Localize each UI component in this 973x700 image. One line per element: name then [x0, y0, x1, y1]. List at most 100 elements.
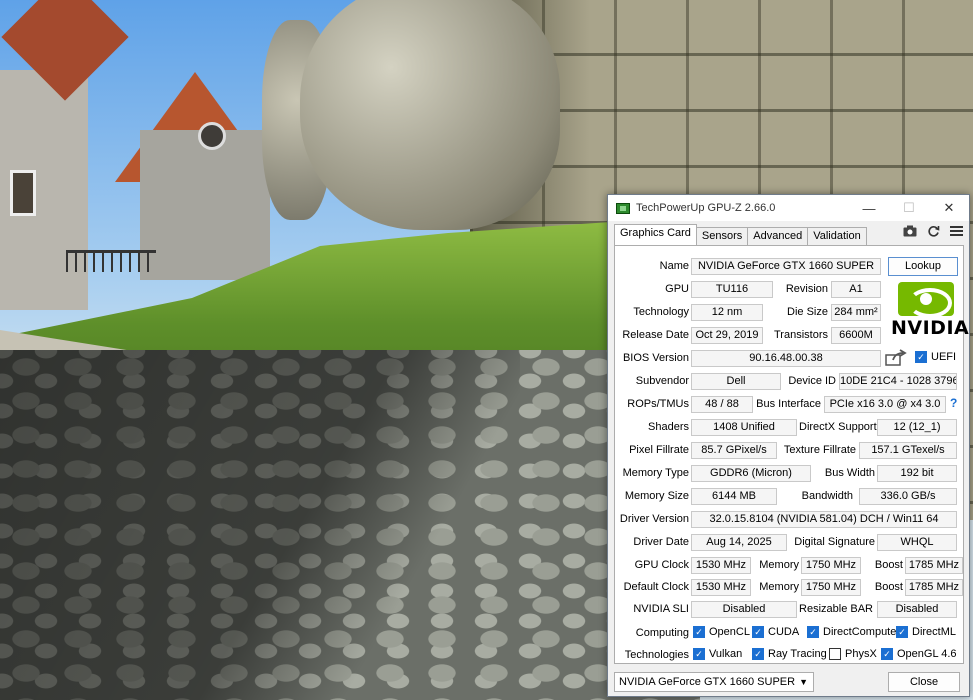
- graphics-card-panel: Name NVIDIA GeForce GTX 1660 SUPER Looku…: [614, 245, 970, 664]
- device-id-value[interactable]: 10DE 21C4 - 1028 3796: [839, 373, 957, 390]
- gpu-clock-boost-value[interactable]: 1785 MHz: [905, 557, 963, 574]
- tab-validation[interactable]: Validation: [807, 227, 867, 245]
- fence: [66, 250, 156, 272]
- checkmark-icon: ✓: [693, 626, 705, 638]
- gpuz-app-icon: [616, 202, 630, 214]
- revision-value[interactable]: A1: [831, 281, 881, 298]
- rops-tmus-value[interactable]: 48 / 88: [691, 396, 753, 413]
- pixel-fillrate-value[interactable]: 85.7 GPixel/s: [691, 442, 777, 459]
- minimize-button[interactable]: —: [849, 195, 889, 221]
- release-date-value[interactable]: Oct 29, 2019: [691, 327, 763, 344]
- bus-width-value[interactable]: 192 bit: [877, 465, 957, 482]
- name-value[interactable]: NVIDIA GeForce GTX 1660 SUPER: [691, 258, 881, 275]
- computing-label: Computing: [635, 627, 689, 639]
- subvendor-value[interactable]: Dell: [691, 373, 781, 390]
- checkmark-icon: ✓: [896, 626, 908, 638]
- opengl-checkbox[interactable]: ✓ OpenGL 4.6: [881, 648, 957, 660]
- technologies-label: Technologies: [624, 649, 689, 661]
- gpu-clock-memory-label: Memory: [759, 559, 799, 571]
- uefi-label: UEFI: [931, 351, 957, 363]
- default-clock-memory-value[interactable]: 1750 MHz: [801, 579, 861, 596]
- die-size-value[interactable]: 284 mm²: [831, 304, 881, 321]
- resizable-bar-value[interactable]: Disabled: [877, 601, 957, 618]
- checkmark-icon: ✓: [693, 648, 705, 660]
- bios-version-label: BIOS Version: [622, 352, 689, 364]
- physx-label: PhysX: [845, 648, 877, 660]
- directcompute-label: DirectCompute: [823, 626, 897, 638]
- ray-tracing-checkbox[interactable]: ✓ Ray Tracing: [752, 648, 827, 660]
- opencl-label: OpenCL: [709, 626, 750, 638]
- gpu-clock-label: GPU Clock: [634, 559, 689, 571]
- chevron-down-icon: ▼: [799, 677, 808, 687]
- resizable-bar-label: Resizable BAR: [799, 603, 873, 615]
- maximize-button[interactable]: ☐: [889, 195, 929, 221]
- gpu-value[interactable]: TU116: [691, 281, 773, 298]
- gpu-select-dropdown[interactable]: NVIDIA GeForce GTX 1660 SUPER ▼: [614, 672, 814, 692]
- camera-icon[interactable]: [903, 225, 917, 241]
- menu-icon[interactable]: [950, 225, 963, 241]
- share-icon[interactable]: [885, 349, 907, 369]
- default-clock-boost-label: Boost: [874, 581, 903, 593]
- house-window: [10, 170, 36, 216]
- close-button[interactable]: Close: [888, 672, 960, 692]
- refresh-icon[interactable]: [927, 225, 940, 241]
- transistors-label: Transistors: [774, 329, 828, 341]
- gpu-label: GPU: [665, 283, 689, 295]
- texture-fillrate-label: Texture Fillrate: [783, 444, 856, 456]
- directml-label: DirectML: [912, 626, 957, 638]
- driver-version-value[interactable]: 32.0.15.8104 (NVIDIA 581.04) DCH / Win11…: [691, 511, 957, 528]
- memory-type-value[interactable]: GDDR6 (Micron): [691, 465, 811, 482]
- gpu-clock-value[interactable]: 1530 MHz: [691, 557, 751, 574]
- digital-signature-value[interactable]: WHQL: [877, 534, 957, 551]
- nvidia-eye-icon: [898, 282, 954, 318]
- bandwidth-value[interactable]: 336.0 GB/s: [859, 488, 957, 505]
- nvidia-logo-text: NVIDIA: [891, 317, 970, 339]
- texture-fillrate-value[interactable]: 157.1 GTexel/s: [859, 442, 957, 459]
- memory-size-value[interactable]: 6144 MB: [691, 488, 777, 505]
- digital-signature-label: Digital Signature: [794, 536, 875, 548]
- memory-type-label: Memory Type: [622, 467, 689, 479]
- technology-label: Technology: [633, 306, 689, 318]
- bandwidth-label: Bandwidth: [801, 490, 853, 502]
- checkmark-icon: ✓: [752, 648, 764, 660]
- close-window-button[interactable]: ✕: [929, 195, 969, 221]
- driver-date-value[interactable]: Aug 14, 2025: [691, 534, 787, 551]
- uefi-checkbox[interactable]: ✓ UEFI: [915, 351, 956, 363]
- default-clock-value[interactable]: 1530 MHz: [691, 579, 751, 596]
- gpu-clock-memory-value[interactable]: 1750 MHz: [801, 557, 861, 574]
- technology-value[interactable]: 12 nm: [691, 304, 763, 321]
- default-clock-boost-value[interactable]: 1785 MHz: [905, 579, 963, 596]
- bios-version-value[interactable]: 90.16.48.00.38: [691, 350, 881, 367]
- directml-checkbox[interactable]: ✓ DirectML: [896, 626, 956, 638]
- toolbar: [903, 225, 963, 241]
- nvidia-sli-value[interactable]: Disabled: [691, 601, 797, 618]
- device-id-label: Device ID: [788, 375, 836, 387]
- bus-interface-value[interactable]: PCIe x16 3.0 @ x4 3.0: [824, 396, 946, 413]
- gpuz-window: TechPowerUp GPU-Z 2.66.0 — ☐ ✕ Graphics …: [607, 194, 970, 697]
- memory-size-label: Memory Size: [624, 490, 689, 502]
- cuda-checkbox[interactable]: ✓ CUDA: [752, 626, 799, 638]
- default-clock-memory-label: Memory: [759, 581, 799, 593]
- lookup-button[interactable]: Lookup: [888, 257, 958, 276]
- nvidia-sli-label: NVIDIA SLI: [633, 603, 689, 615]
- name-label: Name: [659, 260, 689, 272]
- tab-graphics-card[interactable]: Graphics Card: [614, 224, 697, 245]
- checkmark-icon: ✓: [752, 626, 764, 638]
- directcompute-checkbox[interactable]: ✓ DirectCompute: [807, 626, 896, 638]
- tab-advanced[interactable]: Advanced: [747, 227, 809, 245]
- opencl-checkbox[interactable]: ✓ OpenCL: [693, 626, 750, 638]
- physx-checkbox[interactable]: PhysX: [829, 648, 877, 660]
- release-date-label: Release Date: [622, 329, 689, 341]
- shaders-value[interactable]: 1408 Unified: [691, 419, 797, 436]
- driver-version-label: Driver Version: [619, 513, 689, 525]
- vulkan-checkbox[interactable]: ✓ Vulkan: [693, 648, 742, 660]
- bus-help-icon[interactable]: ?: [950, 396, 957, 410]
- title-bar[interactable]: TechPowerUp GPU-Z 2.66.0 — ☐ ✕: [608, 195, 969, 221]
- bus-width-label: Bus Width: [824, 467, 875, 479]
- directx-value[interactable]: 12 (12_1): [877, 419, 957, 436]
- house-round-window: [198, 122, 226, 150]
- shaders-label: Shaders: [648, 421, 689, 433]
- transistors-value[interactable]: 6600M: [831, 327, 881, 344]
- tab-sensors[interactable]: Sensors: [695, 227, 749, 245]
- cuda-label: CUDA: [768, 626, 800, 638]
